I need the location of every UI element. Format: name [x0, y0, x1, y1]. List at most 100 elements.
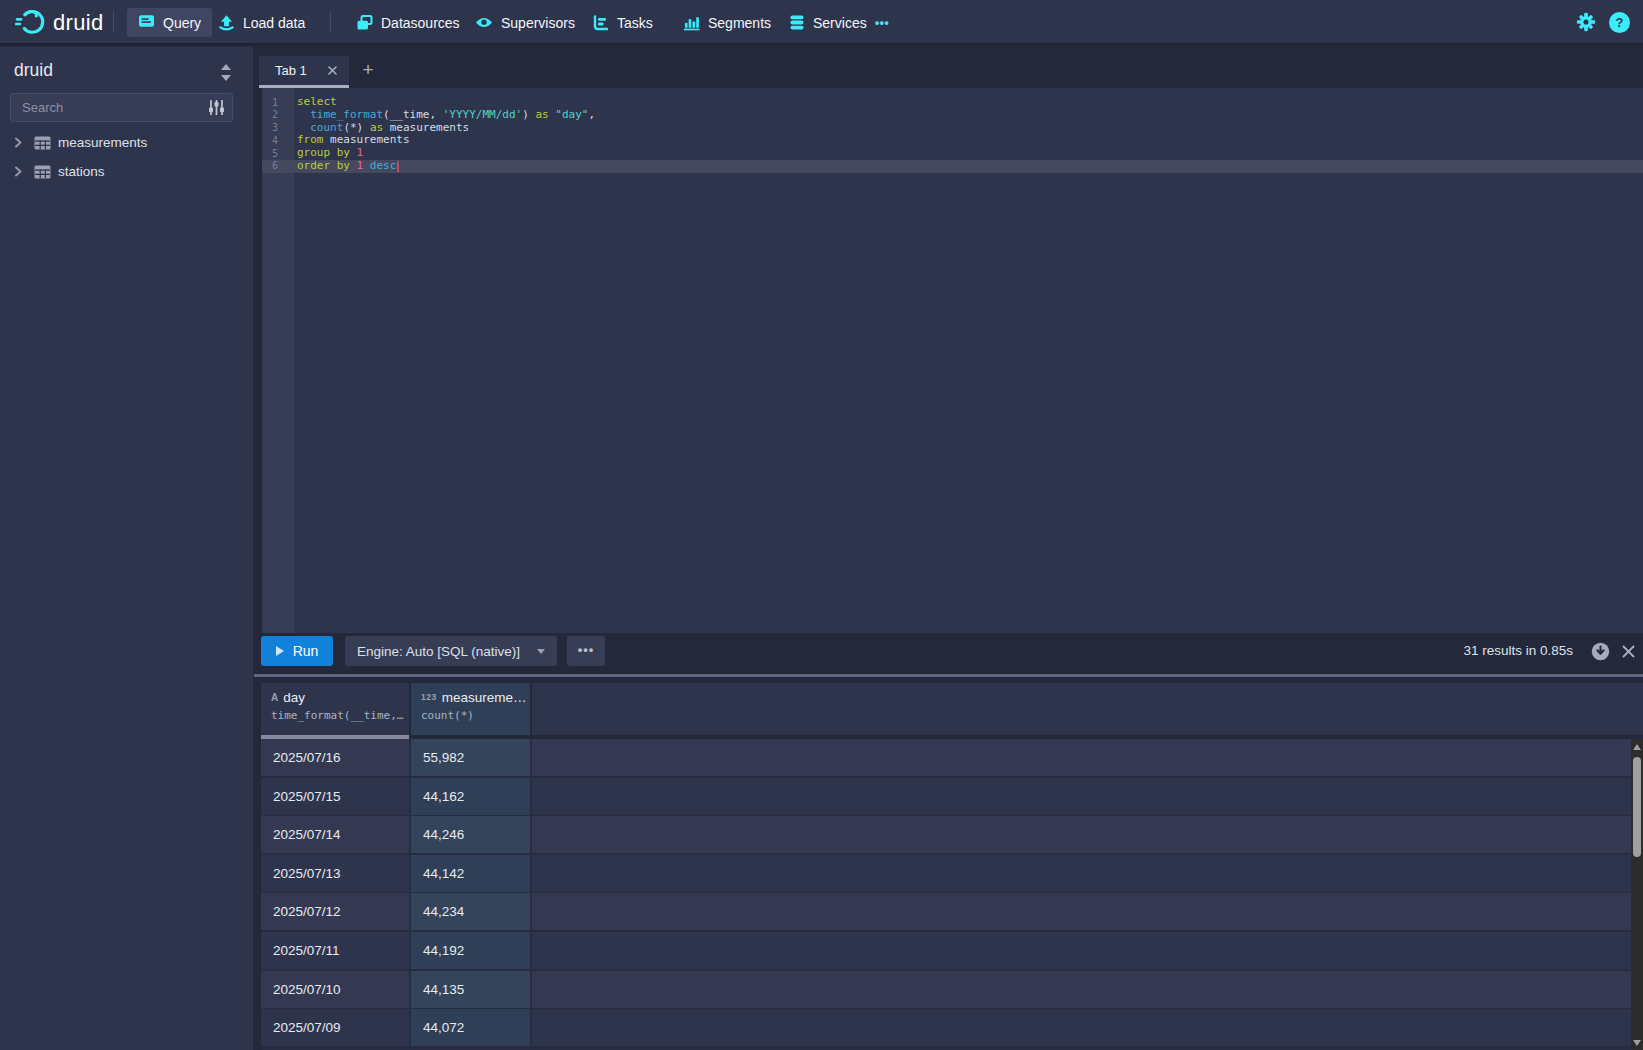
sql-code[interactable]: select time_format(__time, 'YYYY/MM/dd')… [297, 96, 595, 173]
table-row[interactable]: 2025/07/12 44,234 [261, 893, 1631, 930]
database-icon [789, 14, 805, 31]
console-icon [138, 13, 155, 32]
engine-label: Engine: Auto [SQL (native)] [357, 644, 520, 659]
search-input[interactable]: Search [10, 93, 233, 122]
cell-empty [532, 932, 1631, 969]
engine-select[interactable]: Engine: Auto [SQL (native)] [345, 636, 557, 666]
scroll-up-arrow-icon[interactable] [1633, 744, 1641, 750]
cell-count[interactable]: 44,162 [411, 778, 530, 815]
nav-item-supervisors[interactable]: Supervisors [475, 0, 575, 45]
cell-day[interactable]: 2025/07/09 [261, 1009, 409, 1046]
cell-day[interactable]: 2025/07/16 [261, 739, 409, 776]
code-line-6: order by 1 desc [297, 160, 595, 173]
help-icon[interactable]: ? [1609, 12, 1630, 33]
cell-count[interactable]: 44,142 [411, 855, 530, 892]
nav-more-button[interactable]: ••• [875, 0, 889, 45]
results-scrollbar[interactable] [1631, 739, 1643, 1050]
nav-item-label: Load data [243, 15, 305, 31]
nav-item-segments[interactable]: Segments [683, 0, 771, 45]
cell-empty [532, 893, 1631, 930]
brand-wordmark: druid [53, 0, 103, 45]
nav-divider [330, 11, 331, 33]
search-placeholder: Search [22, 94, 63, 121]
cell-day[interactable]: 2025/07/11 [261, 932, 409, 969]
cell-count[interactable]: 44,072 [411, 1009, 530, 1046]
cell-day[interactable]: 2025/07/13 [261, 855, 409, 892]
tree-item-stations[interactable]: stations [0, 157, 253, 186]
column-header-empty [532, 683, 1643, 735]
cell-day[interactable]: 2025/07/10 [261, 971, 409, 1008]
druid-logo-icon [15, 5, 49, 39]
query-more-button[interactable]: ••• [567, 636, 605, 666]
eye-icon [475, 16, 493, 29]
table-row[interactable]: 2025/07/14 44,246 [261, 816, 1631, 853]
table-row[interactable]: 2025/07/11 44,192 [261, 932, 1631, 969]
cell-empty [532, 855, 1631, 892]
table-name: measurements [58, 135, 147, 150]
editor-cursor [397, 161, 399, 172]
new-tab-button[interactable]: + [357, 56, 379, 85]
cell-empty [532, 739, 1631, 776]
gantt-icon [592, 15, 609, 31]
download-icon[interactable] [1591, 642, 1610, 661]
cell-empty [532, 971, 1631, 1008]
cell-day[interactable]: 2025/07/15 [261, 778, 409, 815]
results-close-icon[interactable] [1621, 644, 1636, 659]
cell-empty [532, 1009, 1631, 1046]
bar-chart-icon [683, 14, 700, 31]
cell-day[interactable]: 2025/07/12 [261, 893, 409, 930]
column-name: day [283, 690, 305, 705]
results-status: 31 results in 0.85s [1373, 636, 1573, 666]
number-type-icon: 123 [421, 692, 437, 702]
table-name: stations [58, 164, 105, 179]
nav-item-services[interactable]: Services [789, 0, 867, 45]
sidebar: druid Search measurements stations [0, 47, 253, 1050]
nav-item-label: Query [163, 15, 201, 31]
results-top-rule [254, 674, 1643, 677]
cell-count[interactable]: 44,135 [411, 971, 530, 1008]
table-row[interactable]: 2025/07/10 44,135 [261, 971, 1631, 1008]
table-row[interactable]: 2025/07/13 44,142 [261, 855, 1631, 892]
nav-item-datasources[interactable]: Datasources [356, 0, 460, 45]
column-expression: count(*) [421, 709, 474, 722]
nav-item-tasks[interactable]: Tasks [592, 0, 653, 45]
cell-day[interactable]: 2025/07/14 [261, 816, 409, 853]
chevron-right-icon[interactable] [13, 166, 23, 177]
double-caret-icon[interactable] [220, 64, 232, 81]
tab-tab1[interactable]: Tab 1 [259, 56, 349, 85]
column-header-day[interactable]: Aday time_format(__time,… [261, 683, 409, 735]
table-icon [34, 136, 51, 150]
tab-close-icon[interactable] [327, 65, 338, 76]
column-expression: time_format(__time,… [271, 709, 403, 722]
cell-empty [532, 778, 1631, 815]
editor-line-numbers: 1 2 3 4 5 6 [262, 97, 278, 174]
scroll-down-arrow-icon[interactable] [1633, 1040, 1641, 1046]
cell-count[interactable]: 44,234 [411, 893, 530, 930]
cell-count[interactable]: 55,982 [411, 739, 530, 776]
upload-icon [218, 14, 235, 31]
run-button[interactable]: Run [261, 636, 333, 666]
schema-title: druid [14, 60, 53, 81]
nav-item-query[interactable]: Query [127, 8, 212, 37]
filter-sliders-icon[interactable] [208, 99, 225, 116]
cell-count[interactable]: 44,192 [411, 932, 530, 969]
column-header-measurements[interactable]: 123 measureme… count(*) [411, 683, 530, 735]
column-name: measureme… [442, 690, 527, 705]
play-icon [276, 646, 284, 656]
nav-item-label: Segments [708, 15, 771, 31]
nav-item-label: Tasks [617, 15, 653, 31]
cell-count[interactable]: 44,246 [411, 816, 530, 853]
table-row[interactable]: 2025/07/16 55,982 [261, 739, 1631, 776]
tree-item-measurements[interactable]: measurements [0, 128, 253, 157]
table-row[interactable]: 2025/07/09 44,072 [261, 1009, 1631, 1046]
chevron-right-icon[interactable] [13, 137, 23, 148]
gear-icon[interactable] [1575, 10, 1597, 34]
scrollbar-thumb[interactable] [1633, 757, 1641, 857]
nav-item-load-data[interactable]: Load data [218, 0, 305, 45]
nav-item-label: Datasources [381, 15, 460, 31]
string-type-icon: A [271, 692, 278, 703]
table-row[interactable]: 2025/07/15 44,162 [261, 778, 1631, 815]
cell-empty [532, 816, 1631, 853]
tab-label: Tab 1 [275, 56, 307, 85]
navbar: druid Query Load data Datasources Superv… [0, 0, 1643, 45]
